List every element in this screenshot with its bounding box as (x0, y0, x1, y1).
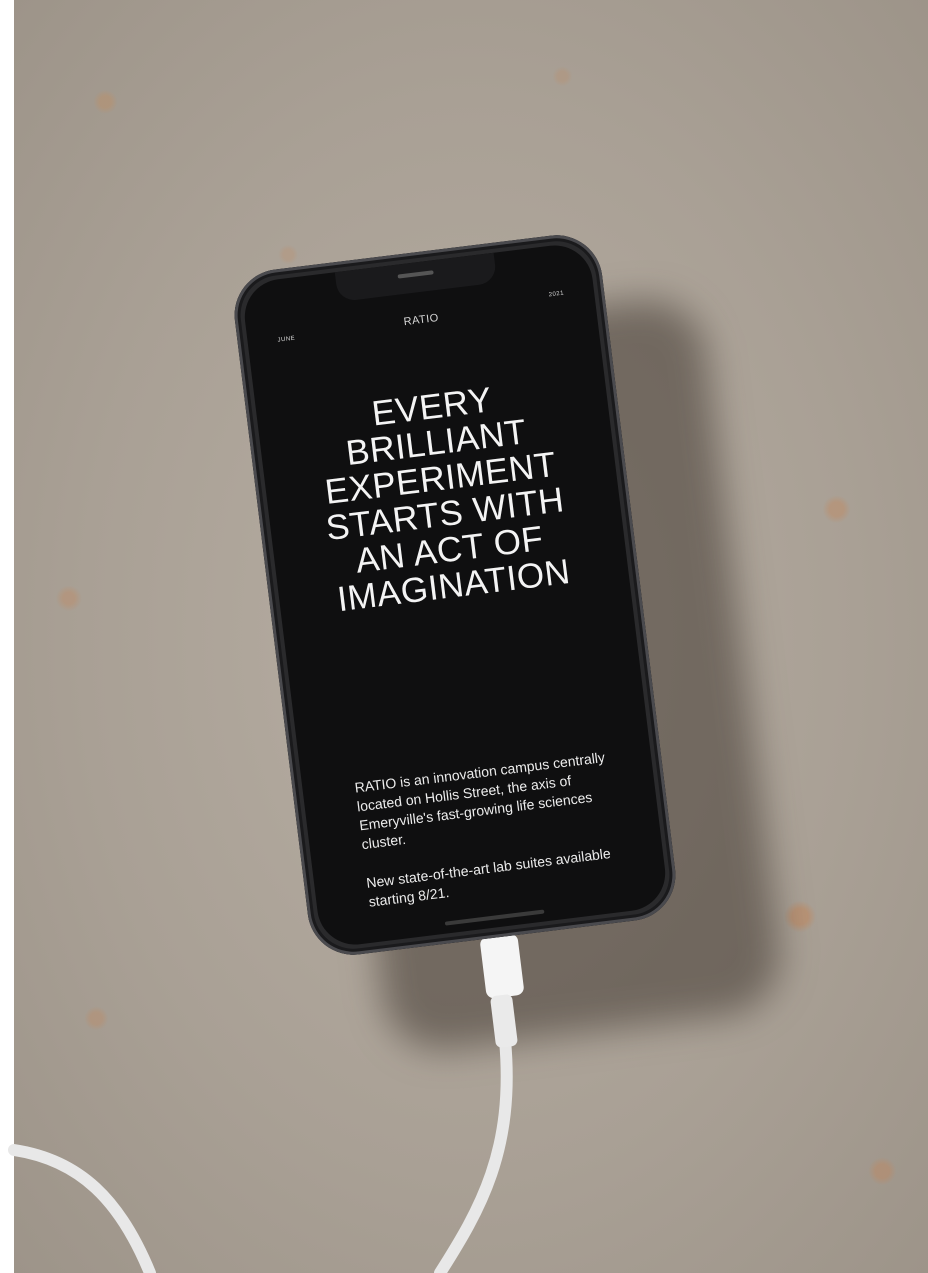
intro-paragraph: RATIO is an innovation campus centrally … (353, 749, 606, 853)
brand-logo-text[interactable]: RATIO (247, 293, 596, 348)
phone-notch (334, 252, 498, 303)
intro-copy: RATIO is an innovation campus centrally … (354, 746, 639, 932)
speaker-grille (397, 270, 434, 279)
phone-screen: JUNE RATIO 2021 EVERY BRILLIANT EXPERIME… (240, 241, 670, 949)
photo-scene: JUNE RATIO 2021 EVERY BRILLIANT EXPERIME… (0, 0, 928, 1273)
hero-headline: EVERY BRILLIANT EXPERIMENT STARTS WITH A… (266, 369, 620, 624)
availability-paragraph: New state-of-the-art lab suites availabl… (365, 845, 612, 910)
